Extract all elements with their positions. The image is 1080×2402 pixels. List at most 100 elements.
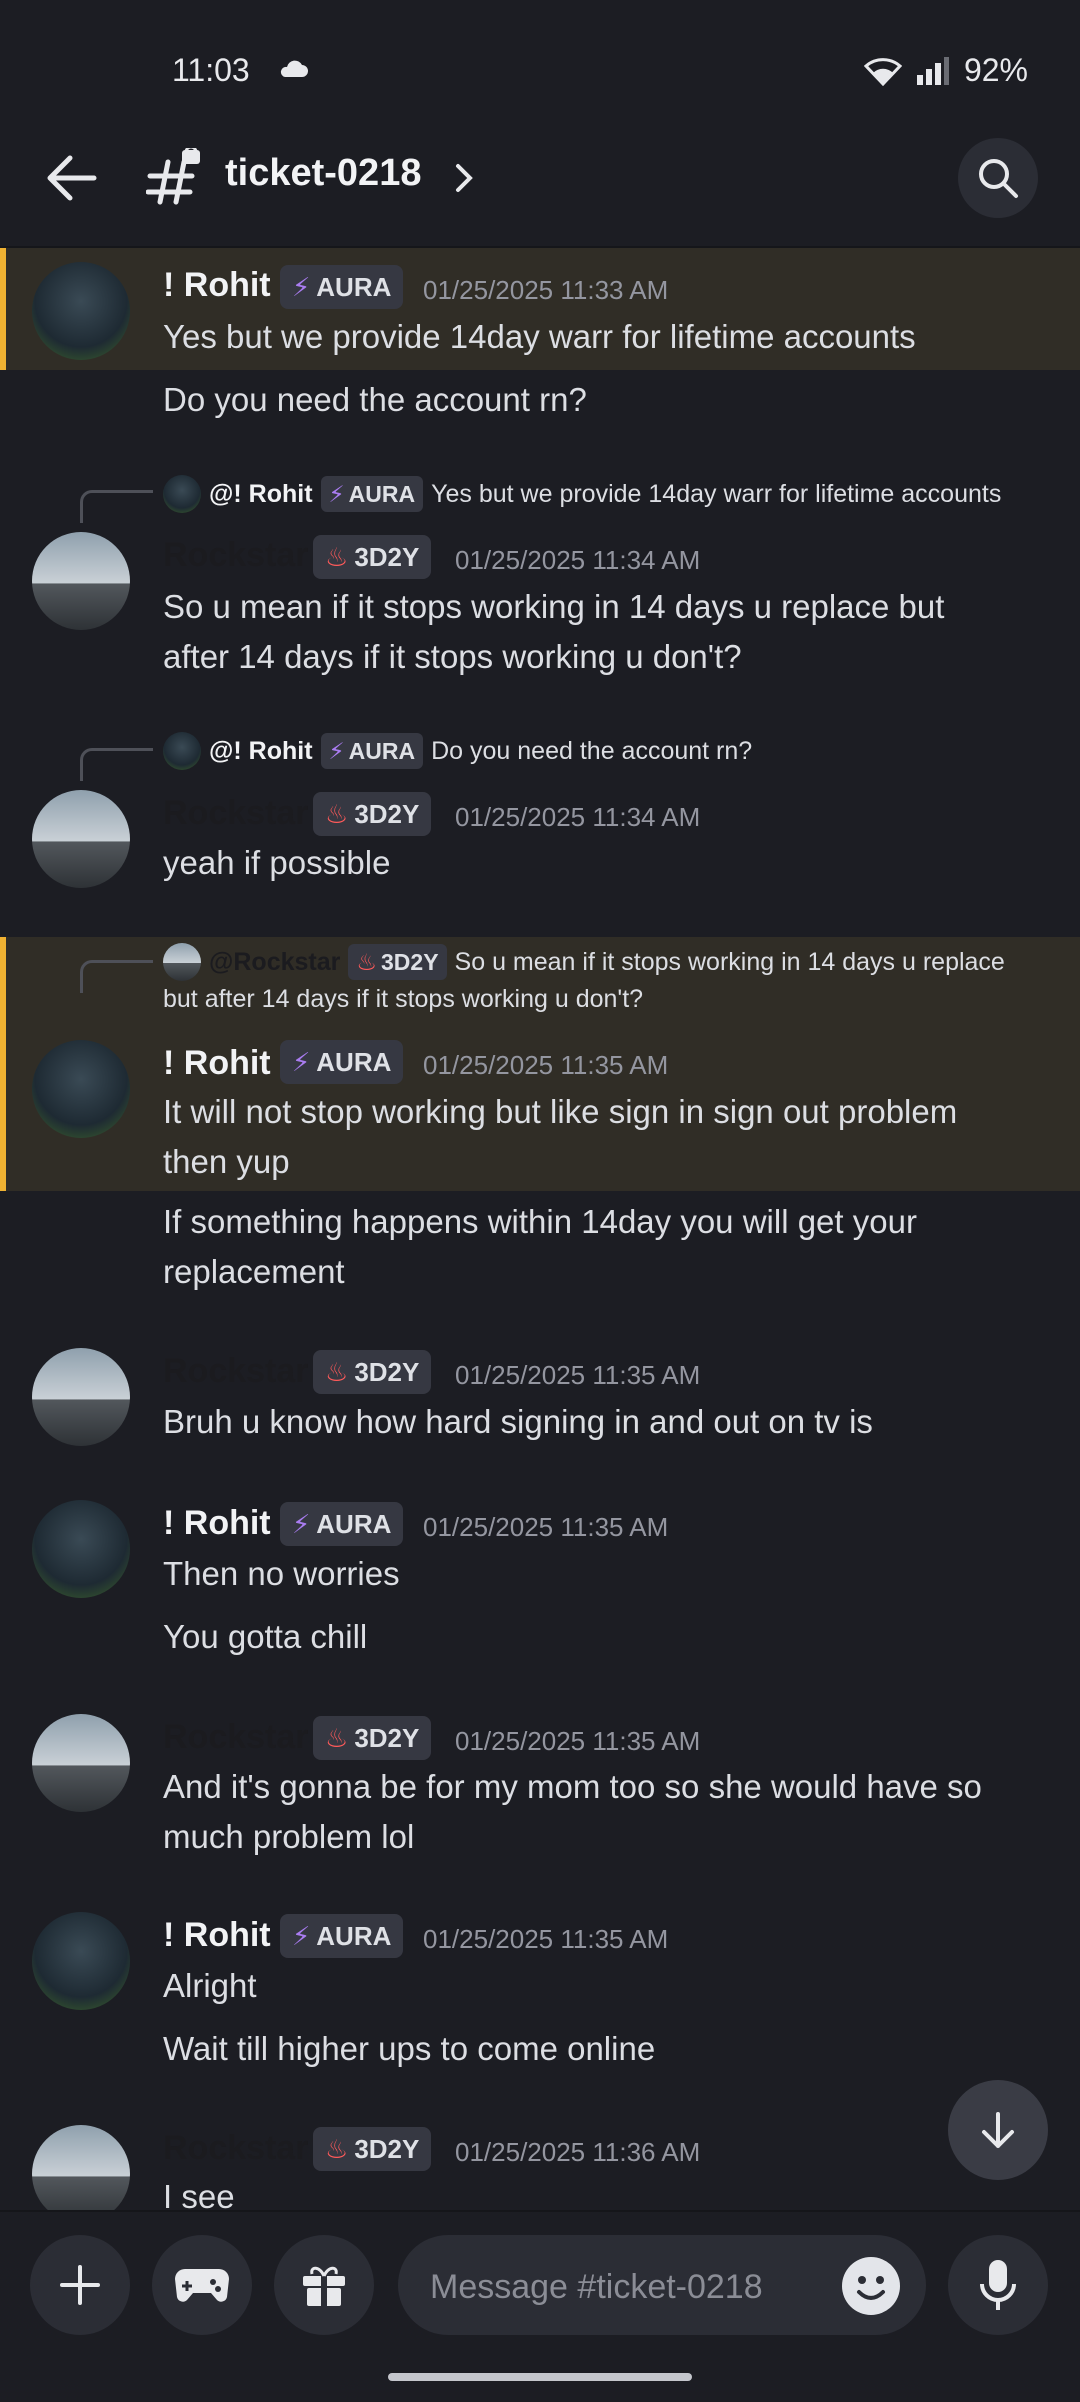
fire-icon: ♨ xyxy=(356,948,377,975)
avatar[interactable] xyxy=(32,532,130,630)
jump-to-present-button[interactable] xyxy=(948,2080,1048,2180)
message-text: Yes but we provide 14day warr for lifeti… xyxy=(163,318,916,355)
fire-icon: ♨ xyxy=(325,2133,349,2164)
timestamp: 01/25/2025 11:35 AM xyxy=(423,1924,669,1954)
signal-icon xyxy=(916,56,949,85)
reply-preview[interactable]: @! Rohit ⚡ AURA Do you need the account r… xyxy=(163,732,752,770)
author-name[interactable]: Rockstar xyxy=(163,536,309,575)
author-name[interactable]: ! Rohit xyxy=(163,1916,271,1955)
message-text: Do you need the account rn? xyxy=(163,381,587,418)
user-tag: ⚡ AURA xyxy=(320,733,424,769)
message-text: Alright xyxy=(163,1967,257,2004)
add-attachment-button[interactable] xyxy=(30,2235,130,2335)
message-text: then yup xyxy=(163,1143,290,1180)
channel-title[interactable]: ticket-0218 xyxy=(225,152,421,195)
reply-preview[interactable]: @Rockstar ♨ 3D2Y So u mean if it stops wo… xyxy=(163,943,1005,981)
author-name[interactable]: ! Rohit xyxy=(163,1504,271,1543)
chevron-right-icon[interactable] xyxy=(452,158,476,198)
mini-avatar xyxy=(163,732,201,770)
avatar[interactable] xyxy=(32,1714,130,1812)
message-text: It will not stop working but like sign i… xyxy=(163,1093,958,1130)
message-input-placeholder: Message #ticket-0218 xyxy=(430,2268,763,2306)
user-tag: ⚡ AURA xyxy=(280,1914,404,1958)
gift-button[interactable] xyxy=(274,2235,374,2335)
author-name[interactable]: ! Rohit xyxy=(163,1044,271,1083)
microphone-icon xyxy=(980,2260,1016,2310)
fire-icon: ♨ xyxy=(325,541,349,572)
lightning-icon: ⚡ xyxy=(292,271,311,302)
message-text: You gotta chill xyxy=(163,1618,368,1655)
lightning-icon: ⚡ xyxy=(292,1920,311,1951)
user-tag: ♨ 3D2Y xyxy=(313,1716,432,1760)
timestamp: 01/25/2025 11:34 AM xyxy=(455,545,701,575)
message-text: Bruh u know how hard signing in and out … xyxy=(163,1403,873,1440)
home-indicator xyxy=(388,2373,692,2381)
reply-line xyxy=(80,490,153,523)
message-text: If something happens within 14day you wi… xyxy=(163,1203,917,1240)
arrow-down-icon xyxy=(982,2112,1014,2148)
timestamp: 01/25/2025 11:35 AM xyxy=(455,1360,701,1390)
message-text: Then no worries xyxy=(163,1555,400,1592)
mention-bar xyxy=(0,937,6,1191)
voice-message-button[interactable] xyxy=(948,2235,1048,2335)
message-text: yeah if possible xyxy=(163,844,391,881)
status-time: 11:03 xyxy=(172,52,250,88)
reply-preview-text: but after 14 days if it stops working u … xyxy=(163,985,644,1013)
status-right: 92% xyxy=(863,52,1028,89)
author-name[interactable]: Rockstar xyxy=(163,1352,309,1391)
plus-icon xyxy=(60,2265,100,2305)
fire-icon: ♨ xyxy=(325,798,349,829)
user-tag: ⚡ AURA xyxy=(320,476,424,512)
user-tag: ⚡ AURA xyxy=(280,265,404,309)
author-name[interactable]: Rockstar xyxy=(163,1718,309,1757)
message-text: So u mean if it stops working in 14 days… xyxy=(163,588,945,625)
timestamp: 01/25/2025 11:35 AM xyxy=(455,1726,701,1756)
smile-icon xyxy=(857,2276,885,2300)
gamepad-icon xyxy=(175,2269,229,2302)
battery-level: 92% xyxy=(963,52,1028,88)
mini-avatar xyxy=(163,475,201,513)
user-tag: ⚡ AURA xyxy=(280,1040,404,1084)
lightning-icon: ⚡ xyxy=(328,480,345,507)
avatar[interactable] xyxy=(32,1040,130,1138)
author-name[interactable]: Rockstar xyxy=(163,2129,309,2168)
avatar[interactable] xyxy=(32,790,130,888)
author-name[interactable]: ! Rohit xyxy=(163,266,271,305)
avatar[interactable] xyxy=(32,2125,130,2223)
wifi-icon xyxy=(863,57,902,86)
avatar[interactable] xyxy=(32,1500,130,1598)
timestamp: 01/25/2025 11:35 AM xyxy=(423,1512,669,1542)
avatar[interactable] xyxy=(32,262,130,360)
reply-preview[interactable]: @! Rohit ⚡ AURA Yes but we provide 14day … xyxy=(163,475,1001,513)
reply-line xyxy=(80,748,153,781)
message-text: replacement xyxy=(163,1253,345,1290)
message-text: Wait till higher ups to come online xyxy=(163,2030,656,2067)
gift-icon xyxy=(303,2266,345,2306)
user-tag: ♨ 3D2Y xyxy=(313,1350,432,1394)
message-text: much problem lol xyxy=(163,1818,415,1855)
fire-icon: ♨ xyxy=(325,1722,349,1753)
user-tag: ♨ 3D2Y xyxy=(348,944,447,980)
timestamp: 01/25/2025 11:33 AM xyxy=(423,275,669,305)
message-text: after 14 days if it stops working u don'… xyxy=(163,638,742,675)
timestamp: 01/25/2025 11:36 AM xyxy=(455,2137,701,2167)
user-tag: ♨ 3D2Y xyxy=(313,2127,432,2171)
timestamp: 01/25/2025 11:35 AM xyxy=(423,1050,669,1080)
author-name[interactable]: Rockstar xyxy=(163,794,309,833)
mini-avatar xyxy=(163,943,201,981)
mention-bar xyxy=(0,248,6,370)
avatar[interactable] xyxy=(32,1912,130,2010)
lightning-icon: ⚡ xyxy=(292,1046,311,1077)
lightning-icon: ⚡ xyxy=(292,1508,311,1539)
back-arrow-icon[interactable] xyxy=(42,150,102,206)
locked-channel-icon xyxy=(146,148,200,205)
emoji-icon[interactable] xyxy=(842,2257,900,2315)
fire-icon: ♨ xyxy=(325,1356,349,1387)
reply-line xyxy=(80,960,153,993)
activities-button[interactable] xyxy=(152,2235,252,2335)
avatar[interactable] xyxy=(32,1348,130,1446)
search-button[interactable] xyxy=(958,138,1038,218)
lightning-icon: ⚡ xyxy=(328,737,345,764)
user-tag: ⚡ AURA xyxy=(280,1502,404,1546)
user-tag: ♨ 3D2Y xyxy=(313,535,432,579)
